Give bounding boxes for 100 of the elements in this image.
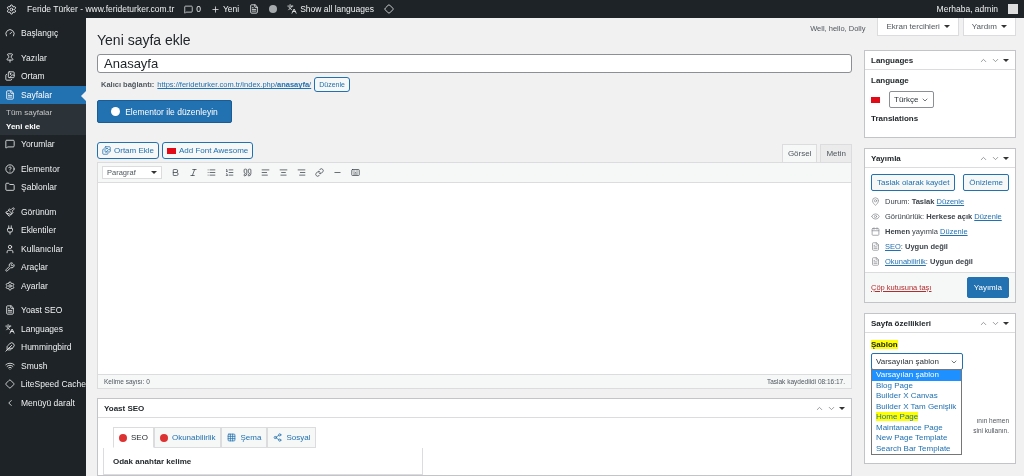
sidebar-item[interactable]: Languages (0, 319, 86, 338)
sidebar-item[interactable]: Şablonlar (0, 178, 86, 197)
grid-icon (227, 433, 237, 442)
align-center-icon[interactable] (279, 168, 288, 177)
bold-icon[interactable] (171, 168, 180, 177)
plus-icon (210, 4, 220, 14)
menu-icon (5, 28, 15, 39)
calendar-icon (871, 227, 880, 236)
sidebar-item[interactable]: Smush (0, 356, 86, 375)
template-label: Şablon (871, 340, 898, 349)
sidebar-item[interactable]: Kullanıcılar (0, 239, 86, 258)
dropdown-option[interactable]: Blog Page (872, 380, 961, 391)
menu-icon (5, 71, 15, 82)
document-icon (871, 257, 880, 266)
eye-icon (871, 212, 880, 221)
site-name-link[interactable]: Feride Türker - www.ferideturker.com.tr (27, 4, 175, 14)
languages-link[interactable]: Show all languages (287, 4, 374, 14)
italic-icon[interactable] (189, 168, 198, 177)
panel-title: Sayfa özellikleri (871, 318, 932, 328)
dropdown-option[interactable]: Maintanance Page (872, 422, 961, 433)
save-draft-button[interactable]: Taslak olarak kaydet (871, 174, 956, 191)
keyboard-icon[interactable] (351, 168, 360, 177)
sidebar-item[interactable]: LiteSpeed Cache (0, 375, 86, 394)
menu-icon (5, 163, 15, 174)
sidebar-item[interactable]: Yoast SEO (0, 301, 86, 320)
share-icon (273, 433, 283, 442)
images-icon (102, 146, 111, 155)
media-button[interactable]: Ortam Ekle (97, 142, 159, 159)
menu-icon (5, 397, 15, 408)
submenu-item[interactable]: Yeni ekle (0, 122, 86, 131)
quote-icon[interactable] (243, 168, 252, 177)
link-icon[interactable] (315, 168, 324, 177)
sidebar-item[interactable]: Yazılar (0, 48, 86, 67)
sidebar-item[interactable]: Araçlar (0, 258, 86, 277)
sidebar-item[interactable]: Menüyü daralt (0, 393, 86, 412)
yoast-tab[interactable]: SEO (113, 427, 154, 448)
screen-options-button[interactable]: Ekran tercihleri (877, 18, 959, 36)
menu-icon (5, 323, 15, 334)
editor-tab[interactable]: Görsel (781, 144, 818, 162)
dropdown-option[interactable]: Builder X Tam Genişlik (872, 401, 961, 412)
editor-tab[interactable]: Metin (820, 144, 852, 162)
menu-icon (5, 342, 15, 353)
sidebar-item[interactable]: Elementor (0, 159, 86, 178)
comment-icon (184, 4, 194, 14)
elementor-button[interactable]: Elementor ile düzenleyin (97, 100, 232, 123)
sidebar-item[interactable]: Yorumlar (0, 135, 86, 154)
toggle-panel-icon[interactable] (839, 406, 845, 410)
menu-icon (5, 305, 15, 316)
panel-title: Yayımla (871, 153, 901, 163)
menu-icon (5, 225, 15, 236)
align-left-icon[interactable] (261, 168, 270, 177)
help-button[interactable]: Yardım (962, 18, 1016, 36)
menu-icon (5, 206, 15, 217)
comments-link[interactable]: 0 (184, 4, 201, 14)
language-select[interactable]: Türkçe (889, 91, 935, 108)
menu-icon (5, 139, 15, 150)
sidebar-item[interactable]: Başlangıç (0, 24, 86, 43)
new-link[interactable]: Yeni (210, 4, 240, 14)
dropdown-option[interactable]: New Page Template (872, 433, 961, 444)
toggle-panel-icon[interactable] (1003, 321, 1009, 325)
align-right-icon[interactable] (297, 168, 306, 177)
translate-icon (287, 4, 298, 14)
dropdown-option[interactable]: Search Bar Template (872, 443, 961, 454)
toggle-panel-icon[interactable] (1003, 156, 1009, 160)
menu-icon (5, 379, 15, 390)
yoast-tab[interactable]: Sosyal (267, 427, 317, 448)
diamond-icon[interactable] (383, 4, 394, 14)
menu-icon (5, 52, 15, 63)
sidebar-item[interactable]: Hummingbird (0, 338, 86, 357)
dropdown-option[interactable]: Builder X Canvas (872, 391, 961, 402)
flag-icon (871, 96, 880, 103)
toggle-panel-icon[interactable] (1003, 58, 1009, 62)
menu-icon (5, 89, 15, 100)
pin-icon (871, 197, 880, 206)
yoast-tab[interactable]: Şema (221, 427, 268, 448)
numbered-list-icon[interactable] (225, 168, 234, 177)
bulleted-list-icon[interactable] (207, 168, 216, 177)
sidebar-item[interactable]: Görünüm (0, 202, 86, 221)
yoast-tab[interactable]: Okunabilirlik (153, 427, 222, 448)
media-button[interactable]: Add Font Awesome (162, 142, 254, 159)
language-label: Language (871, 76, 910, 85)
menu-icon (5, 360, 15, 371)
menu-icon (5, 243, 15, 254)
dropdown-option[interactable]: Home Page (872, 412, 961, 423)
panel-title: Yoast SEO (104, 403, 145, 413)
title-input[interactable]: Anasayfa (97, 54, 852, 74)
sidebar-item[interactable]: Eklentiler (0, 221, 86, 240)
publish-button[interactable]: Yayımla (966, 277, 1009, 298)
preview-button[interactable]: Önizleme (963, 174, 1009, 191)
submenu-item[interactable]: Tüm sayfalar (0, 108, 86, 117)
sidebar-item[interactable]: Sayfalar (0, 85, 86, 104)
menu-icon (5, 280, 15, 291)
menu-icon (5, 182, 15, 193)
document-icon (871, 242, 880, 251)
flag-icon (167, 147, 176, 154)
menu-icon (5, 262, 15, 273)
sidebar-item[interactable]: Ortam (0, 67, 86, 86)
sidebar-item[interactable]: Ayarlar (0, 276, 86, 295)
greeting-link[interactable]: Merhaba, admin (936, 4, 998, 14)
logo-icon[interactable] (6, 3, 17, 15)
